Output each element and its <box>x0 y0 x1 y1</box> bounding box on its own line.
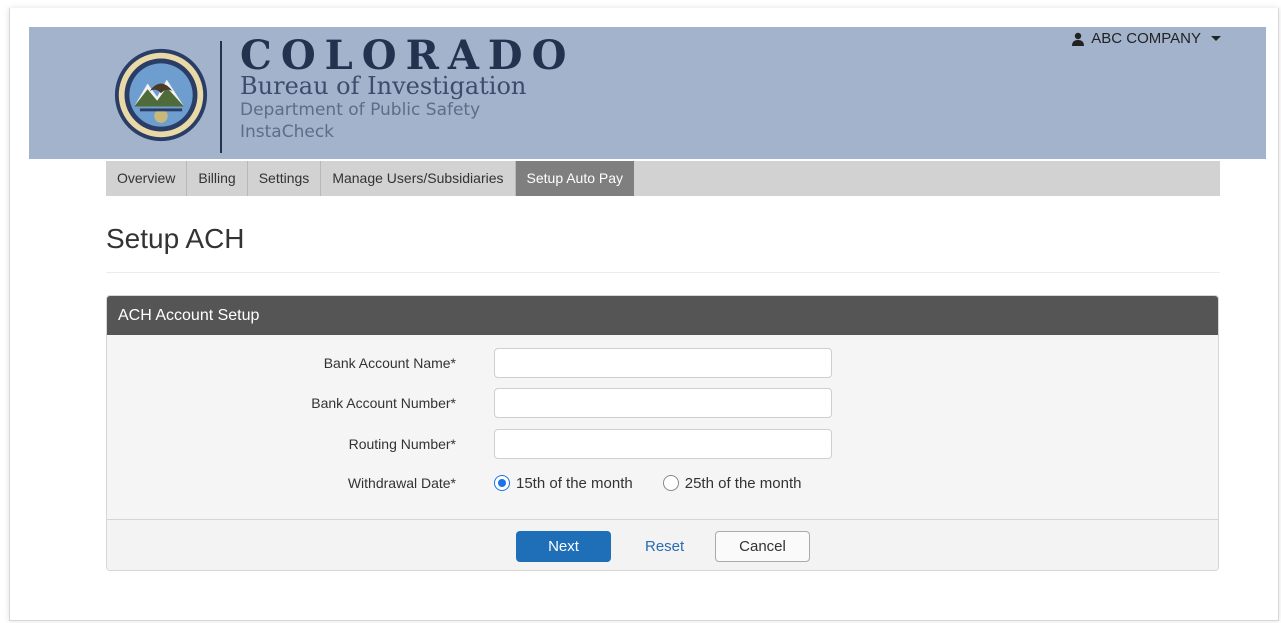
main-nav: Overview Billing Settings Manage Users/S… <box>106 161 1220 196</box>
bank-account-name-label: Bank Account Name* <box>323 355 456 371</box>
user-icon <box>1072 32 1085 46</box>
withdrawal-date-options: 15th of the month 25th of the month <box>494 468 832 498</box>
brand-block: COLORADO Bureau of Investigation Departm… <box>240 35 575 143</box>
brand-department: Department of Public Safety <box>240 100 481 120</box>
reset-link[interactable]: Reset <box>645 531 684 562</box>
bank-account-number-input[interactable] <box>494 388 832 418</box>
cancel-button[interactable]: Cancel <box>715 531 810 562</box>
bank-account-number-label: Bank Account Number* <box>311 395 456 411</box>
brand-subtitle: Bureau of Investigation <box>240 72 527 100</box>
page-title: Setup ACH <box>106 223 245 254</box>
panel-title: ACH Account Setup <box>107 296 1218 335</box>
tab-setup-auto-pay[interactable]: Setup Auto Pay <box>515 161 635 196</box>
brand-product: InstaCheck <box>240 122 335 142</box>
radio-25th-label: 25th of the month <box>684 474 802 492</box>
next-button[interactable]: Next <box>516 531 611 562</box>
withdrawal-date-label: Withdrawal Date* <box>347 475 456 491</box>
chevron-down-icon <box>1211 36 1221 41</box>
brand-title: COLORADO <box>240 32 576 79</box>
header-banner: COLORADO Bureau of Investigation Departm… <box>29 27 1266 159</box>
routing-number-input[interactable] <box>494 429 832 459</box>
form-row-bank-account-name: Bank Account Name* <box>107 348 1218 378</box>
state-seal-icon <box>114 48 208 142</box>
radio-15th-of-month[interactable]: 15th of the month <box>494 475 633 492</box>
radio-15th-label: 15th of the month <box>516 474 633 492</box>
title-divider <box>106 272 1220 273</box>
tab-billing[interactable]: Billing <box>187 161 248 196</box>
brand-divider <box>220 41 222 153</box>
radio-unselected-icon <box>662 475 679 491</box>
radio-selected-icon <box>494 475 510 491</box>
tab-settings[interactable]: Settings <box>248 161 322 196</box>
tab-manage-users[interactable]: Manage Users/Subsidiaries <box>321 161 516 196</box>
form-row-routing-number: Routing Number* <box>107 429 1218 459</box>
tab-overview[interactable]: Overview <box>106 161 188 196</box>
user-menu-label: ABC COMPANY <box>1091 30 1201 47</box>
form-actions: Next Reset Cancel <box>107 519 1218 570</box>
routing-number-label: Routing Number* <box>348 436 456 452</box>
form-row-bank-account-number: Bank Account Number* <box>107 388 1218 418</box>
radio-25th-of-month[interactable]: 25th of the month <box>662 474 802 492</box>
form-row-withdrawal-date: Withdrawal Date* 15th of the month 25th … <box>107 468 1218 498</box>
bank-account-name-input[interactable] <box>494 348 832 378</box>
ach-setup-panel: ACH Account Setup Bank Account Name* Ban… <box>106 295 1219 571</box>
user-menu[interactable]: ABC COMPANY <box>1071 30 1221 47</box>
